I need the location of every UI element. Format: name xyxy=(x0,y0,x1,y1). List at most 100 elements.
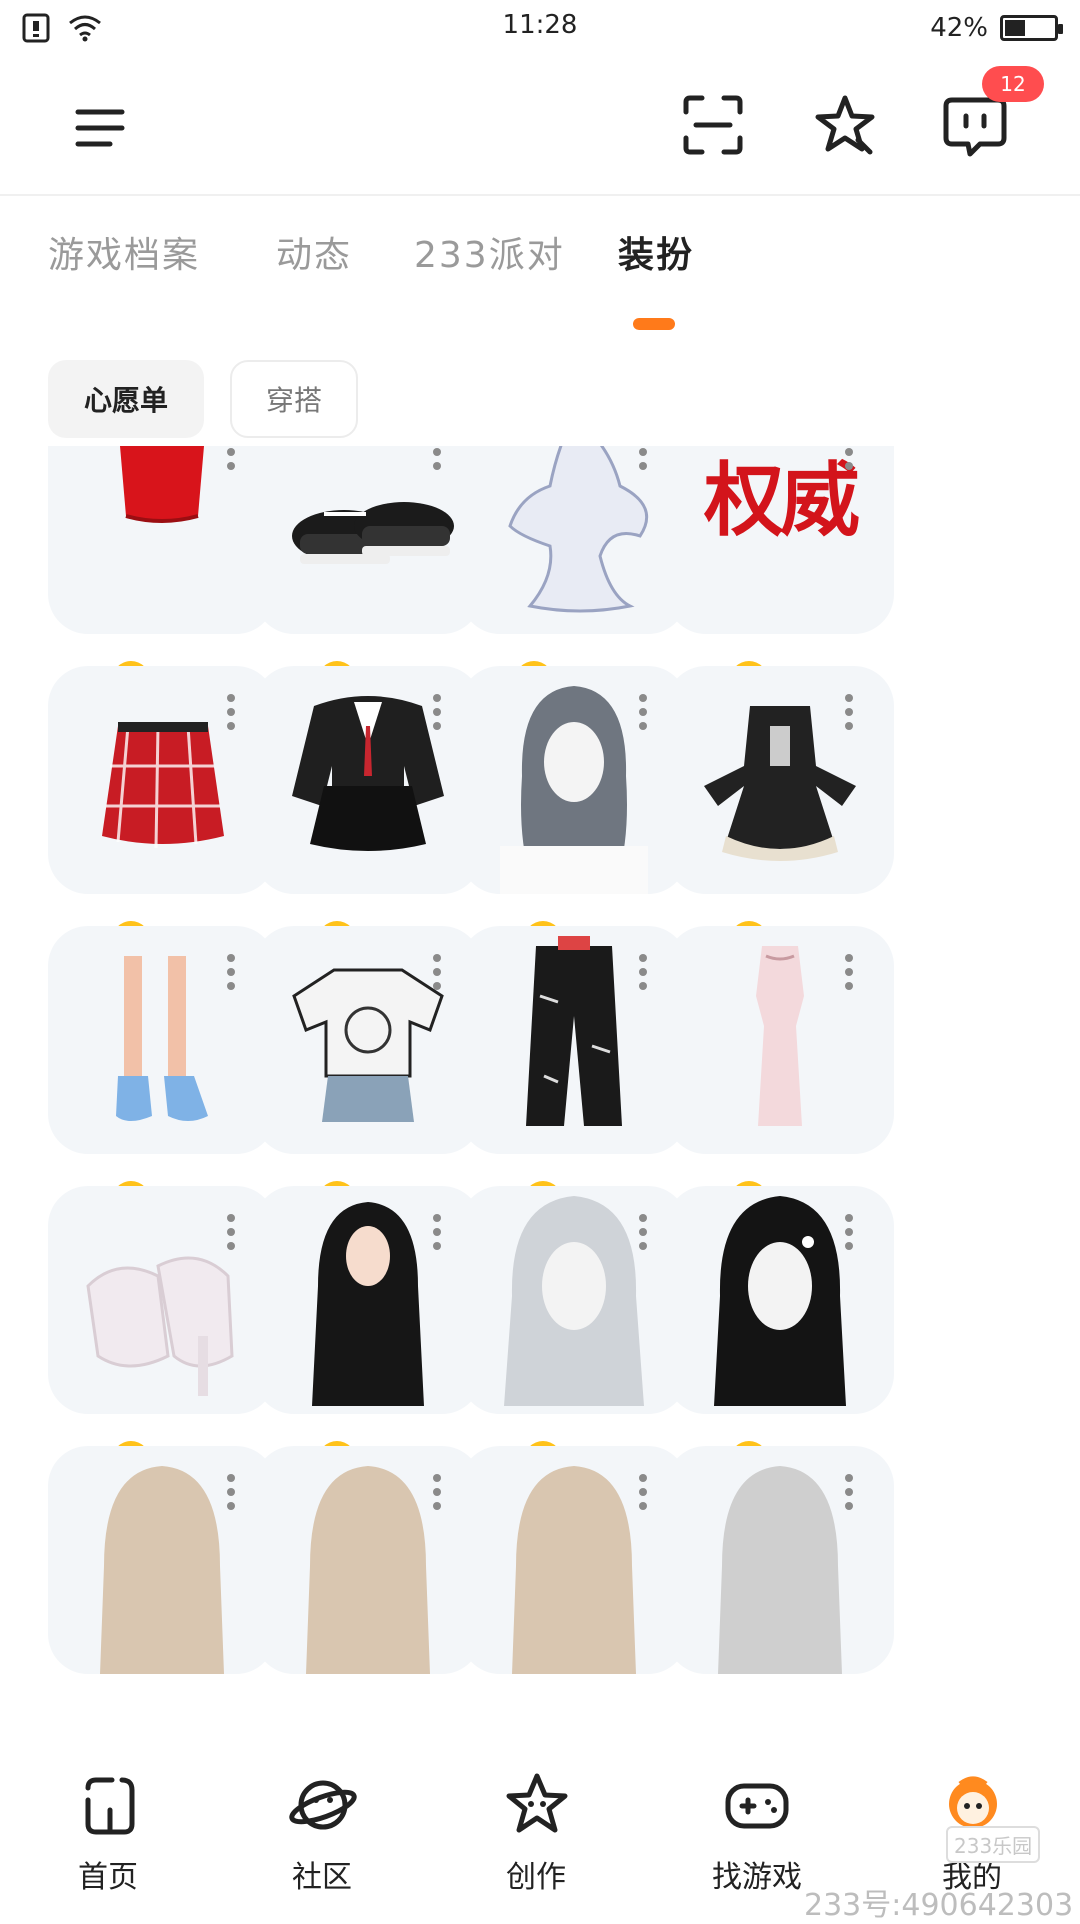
item-card[interactable] xyxy=(48,926,276,1154)
wishlist-grid: G365G433G2534权威G100G301G499G499G874G399G… xyxy=(0,446,1080,1754)
more-options-icon[interactable] xyxy=(226,446,236,474)
menu-icon[interactable] xyxy=(70,98,130,158)
item-card[interactable] xyxy=(666,926,894,1154)
more-options-icon[interactable] xyxy=(226,954,236,994)
gamepad-icon xyxy=(725,1783,789,1829)
item-image xyxy=(48,446,276,634)
item-card[interactable] xyxy=(666,1446,894,1674)
item-image xyxy=(666,666,894,894)
item-image xyxy=(460,666,688,894)
chip-wishlist[interactable]: 心愿单 xyxy=(48,360,204,438)
more-options-icon[interactable] xyxy=(638,1214,648,1254)
nav-community-label: 社区 xyxy=(292,1860,352,1895)
item-text-decal: 权威 xyxy=(704,453,860,547)
item-card[interactable] xyxy=(254,1446,482,1674)
item-image xyxy=(254,1186,482,1414)
scan-icon[interactable] xyxy=(680,92,746,158)
wishlist-item[interactable] xyxy=(666,1446,894,1754)
sim-icon xyxy=(22,13,50,43)
tab-dress-up[interactable]: 装扮 xyxy=(618,226,694,278)
home-icon xyxy=(85,1777,135,1835)
status-bar: 11:28 42% xyxy=(0,0,1080,56)
battery-fill xyxy=(1005,20,1025,36)
nav-home-label: 首页 xyxy=(78,1860,138,1895)
nav-home[interactable]: 首页 xyxy=(38,1754,178,1920)
more-options-icon[interactable] xyxy=(432,1214,442,1254)
item-image xyxy=(254,446,482,634)
item-image xyxy=(254,1446,482,1674)
item-image xyxy=(48,1446,276,1674)
more-options-icon[interactable] xyxy=(432,694,442,734)
message-badge: 12 xyxy=(982,66,1044,102)
item-image xyxy=(254,666,482,894)
item-image xyxy=(666,926,894,1154)
more-options-icon[interactable] xyxy=(844,954,854,994)
chip-outfits[interactable]: 穿搭 xyxy=(230,360,359,438)
item-image xyxy=(460,926,688,1154)
item-card[interactable] xyxy=(48,1446,276,1674)
more-options-icon[interactable] xyxy=(226,1474,236,1514)
item-card[interactable] xyxy=(254,1186,482,1414)
more-options-icon[interactable] xyxy=(432,954,442,994)
item-card[interactable] xyxy=(460,666,688,894)
item-image xyxy=(460,1186,688,1414)
item-card[interactable] xyxy=(666,666,894,894)
item-card[interactable] xyxy=(254,666,482,894)
wishlist-item[interactable] xyxy=(460,1446,688,1754)
filter-chips: 心愿单 穿搭 xyxy=(48,360,359,438)
tab-activity[interactable]: 动态 xyxy=(276,226,352,278)
top-bar: 12 xyxy=(0,56,1080,196)
item-image xyxy=(666,1446,894,1674)
tab-game-archive[interactable]: 游戏档案 xyxy=(48,226,200,278)
more-options-icon[interactable] xyxy=(638,446,648,474)
wishlist-item[interactable] xyxy=(254,1446,482,1754)
item-card[interactable] xyxy=(460,1446,688,1674)
item-card[interactable] xyxy=(254,446,482,634)
item-card[interactable] xyxy=(460,1186,688,1414)
nav-community[interactable]: 社区 xyxy=(252,1754,392,1920)
more-options-icon[interactable] xyxy=(844,446,854,474)
status-left xyxy=(22,13,102,43)
item-card[interactable] xyxy=(48,446,276,634)
more-options-icon[interactable] xyxy=(638,1474,648,1514)
item-image xyxy=(48,1186,276,1414)
status-time: 11:28 xyxy=(502,10,578,40)
item-card[interactable] xyxy=(48,1186,276,1414)
item-image xyxy=(48,926,276,1154)
item-image xyxy=(460,446,688,634)
battery-icon xyxy=(1000,15,1063,41)
battery-text: 42% xyxy=(930,13,988,43)
more-options-icon[interactable] xyxy=(844,694,854,734)
tab-233-party[interactable]: 233派对 xyxy=(414,226,565,278)
item-card[interactable] xyxy=(254,926,482,1154)
watermark-logo: 233乐园 xyxy=(946,1826,1041,1863)
active-tab-indicator xyxy=(633,318,675,330)
item-image xyxy=(48,666,276,894)
watermark-text: 233号:490642303 xyxy=(804,1888,1074,1923)
status-right: 42% xyxy=(930,13,1063,43)
favorite-star-icon[interactable] xyxy=(812,92,878,158)
item-card[interactable] xyxy=(460,926,688,1154)
more-options-icon[interactable] xyxy=(226,694,236,734)
item-card[interactable] xyxy=(48,666,276,894)
planet-icon xyxy=(289,1780,357,1830)
more-options-icon[interactable] xyxy=(432,446,442,474)
wifi-icon xyxy=(69,15,101,42)
item-image xyxy=(254,926,482,1154)
star-face-icon xyxy=(506,1773,568,1833)
more-options-icon[interactable] xyxy=(432,1474,442,1514)
nav-create[interactable]: 创作 xyxy=(466,1754,606,1920)
item-card[interactable] xyxy=(666,1186,894,1414)
item-image xyxy=(460,1446,688,1674)
more-options-icon[interactable] xyxy=(638,694,648,734)
profile-tabs: 游戏档案 动态 233派对 装扮 xyxy=(0,226,1080,336)
wishlist-item[interactable] xyxy=(48,1446,276,1754)
item-card[interactable]: 权威 xyxy=(666,446,894,634)
more-options-icon[interactable] xyxy=(844,1214,854,1254)
item-card[interactable] xyxy=(460,446,688,634)
more-options-icon[interactable] xyxy=(844,1474,854,1514)
more-options-icon[interactable] xyxy=(226,1214,236,1254)
item-image xyxy=(666,1186,894,1414)
more-options-icon[interactable] xyxy=(638,954,648,994)
item-image: 权威 xyxy=(666,446,894,634)
